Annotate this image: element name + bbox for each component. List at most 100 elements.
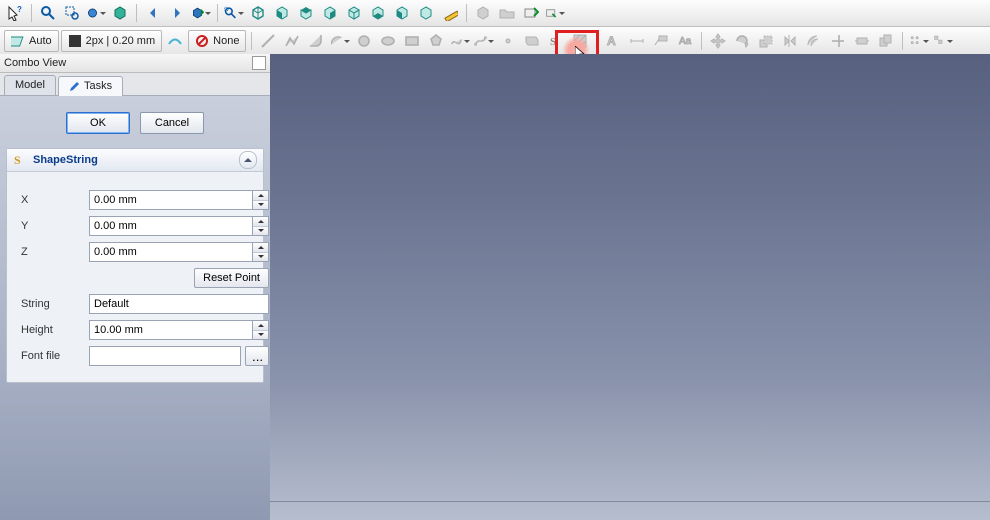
tab-model[interactable]: Model — [4, 75, 56, 95]
fontfile-input[interactable] — [89, 346, 241, 366]
x-spin-down[interactable] — [253, 201, 268, 210]
toolbar-main: ? — [0, 0, 990, 27]
draft-ellipse-icon[interactable] — [377, 30, 399, 52]
draft-circle-icon[interactable] — [353, 30, 375, 52]
viewport-3d[interactable] — [270, 54, 990, 520]
height-input[interactable] — [89, 320, 252, 340]
draft-annotationstyle-icon[interactable]: Aa — [674, 30, 696, 52]
draft-mirror-icon[interactable] — [779, 30, 801, 52]
svg-text:Aa: Aa — [679, 36, 692, 47]
view-bottom-icon[interactable] — [367, 2, 389, 24]
fontfile-row: ... — [89, 346, 269, 366]
draft-move-icon[interactable] — [707, 30, 729, 52]
cancel-button[interactable]: Cancel — [140, 112, 204, 134]
linewidth-label: 2px | 0.20 mm — [86, 35, 156, 47]
draft-wire-icon[interactable] — [281, 30, 303, 52]
shapestring-form: X Y Z Rese — [7, 172, 263, 370]
draft-fillet-icon[interactable] — [305, 30, 327, 52]
z-spin-up[interactable] — [253, 243, 268, 253]
toolbar-draft: Auto 2px | 0.20 mm None S A Aa — [0, 27, 990, 56]
draft-rectangle-icon[interactable] — [401, 30, 423, 52]
tab-tasks[interactable]: Tasks — [58, 76, 123, 96]
draft-stretch-icon[interactable] — [851, 30, 873, 52]
nav-forward-icon[interactable] — [166, 2, 188, 24]
zoom-region-icon[interactable] — [223, 2, 245, 24]
x-field — [89, 190, 269, 210]
draw-style-icon[interactable] — [85, 2, 107, 24]
y-field — [89, 216, 269, 236]
string-input[interactable] — [89, 294, 269, 314]
task-card-shapestring: S ShapeString X Y Z — [6, 148, 264, 383]
draft-trimex-icon[interactable] — [827, 30, 849, 52]
linewidth-button[interactable]: 2px | 0.20 mm — [61, 30, 163, 52]
reset-point-button[interactable]: Reset Point — [194, 268, 269, 288]
draft-line-icon[interactable] — [257, 30, 279, 52]
autogroup-button[interactable]: None — [188, 30, 246, 52]
measure-icon[interactable] — [439, 2, 461, 24]
string-label: String — [21, 298, 81, 310]
draft-bezier-icon[interactable] — [473, 30, 495, 52]
z-input[interactable] — [89, 242, 252, 262]
z-field — [89, 242, 269, 262]
draft-point-icon[interactable] — [497, 30, 519, 52]
draft-facebinder-icon[interactable] — [521, 30, 543, 52]
ok-button[interactable]: OK — [66, 112, 130, 134]
draft-dimension-icon[interactable] — [626, 30, 648, 52]
working-plane-button[interactable]: Auto — [4, 30, 59, 52]
draft-scale-icon[interactable] — [755, 30, 777, 52]
group-icon — [496, 2, 518, 24]
height-spinner — [252, 320, 269, 340]
combo-view-header: Combo View — [0, 54, 270, 73]
draft-rotate-icon[interactable] — [731, 30, 753, 52]
view-top-icon[interactable] — [295, 2, 317, 24]
x-label: X — [21, 194, 81, 206]
draft-clone-icon[interactable] — [875, 30, 897, 52]
undock-icon[interactable] — [252, 56, 266, 70]
x-input[interactable] — [89, 190, 252, 210]
view-iso2-icon[interactable] — [415, 2, 437, 24]
y-spin-down[interactable] — [253, 227, 268, 236]
x-spin-up[interactable] — [253, 191, 268, 201]
draft-label-icon[interactable] — [650, 30, 672, 52]
fontfile-label: Font file — [21, 350, 81, 362]
view-rear-icon[interactable] — [343, 2, 365, 24]
draft-array-icon[interactable] — [908, 30, 930, 52]
svg-text:S: S — [550, 36, 556, 48]
whats-this-icon[interactable]: ? — [4, 2, 26, 24]
viewport-baseline — [270, 501, 990, 502]
draft-offset-icon[interactable] — [803, 30, 825, 52]
z-label: Z — [21, 246, 81, 258]
draft-text-icon[interactable]: A — [602, 30, 624, 52]
zoom-selection-icon[interactable] — [61, 2, 83, 24]
bounding-box-icon[interactable] — [109, 2, 131, 24]
view-right-icon[interactable] — [319, 2, 341, 24]
draft-arc-icon[interactable] — [329, 30, 351, 52]
view-front-icon[interactable] — [271, 2, 293, 24]
svg-text:A: A — [607, 34, 616, 48]
task-card-title: ShapeString — [33, 154, 98, 166]
y-input[interactable] — [89, 216, 252, 236]
nav-back-icon[interactable] — [142, 2, 164, 24]
z-spin-down[interactable] — [253, 253, 268, 262]
draft-polygon-icon[interactable] — [425, 30, 447, 52]
height-spin-up[interactable] — [253, 321, 268, 331]
zoom-fit-icon[interactable] — [37, 2, 59, 24]
x-spinner — [252, 190, 269, 210]
construction-mode-icon[interactable] — [164, 30, 186, 52]
link-actions-icon[interactable] — [544, 2, 566, 24]
draft-patharray-icon[interactable] — [932, 30, 954, 52]
combo-tabs: Model Tasks — [0, 73, 270, 96]
svg-text:?: ? — [17, 5, 22, 14]
view-left-icon[interactable] — [391, 2, 413, 24]
svg-text:S: S — [14, 153, 21, 167]
part-icon — [472, 2, 494, 24]
autogroup-label: None — [213, 35, 239, 47]
link-make-icon[interactable] — [520, 2, 542, 24]
collapse-button[interactable] — [239, 151, 257, 169]
height-spin-down[interactable] — [253, 331, 268, 340]
draft-bspline-icon[interactable] — [449, 30, 471, 52]
link-go-icon[interactable] — [190, 2, 212, 24]
y-spin-up[interactable] — [253, 217, 268, 227]
view-iso-icon[interactable] — [247, 2, 269, 24]
fontfile-browse-button[interactable]: ... — [245, 346, 269, 366]
